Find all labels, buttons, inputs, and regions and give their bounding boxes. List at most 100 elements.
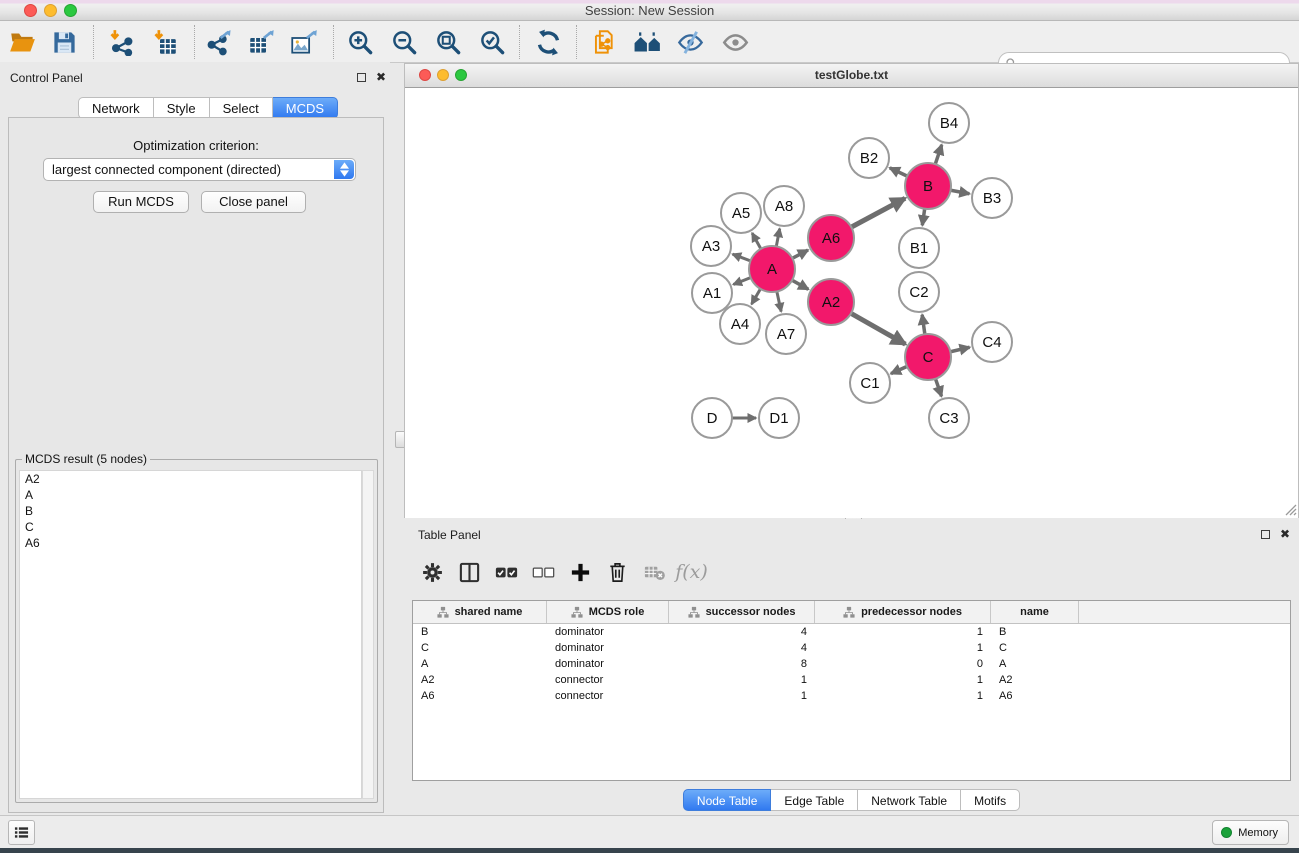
export-table-icon[interactable] (244, 25, 278, 59)
float-panel-icon[interactable] (357, 73, 366, 82)
task-history-button[interactable] (8, 820, 35, 845)
select-all-columns-icon[interactable] (488, 556, 525, 588)
new-network-icon[interactable] (588, 25, 622, 59)
table-cell: 1 (669, 672, 815, 688)
tab-edge-table[interactable]: Edge Table (771, 789, 858, 811)
mcds-result-title: MCDS result (5 nodes) (22, 452, 150, 466)
home-icon[interactable] (630, 25, 664, 59)
toolbar-separator (576, 25, 577, 59)
open-session-icon[interactable] (5, 25, 39, 59)
toolbar-separator (333, 25, 334, 59)
show-column-panel-icon[interactable] (451, 556, 488, 588)
zoom-out-icon[interactable] (387, 25, 421, 59)
mcds-result-item[interactable]: C (20, 519, 361, 535)
network-window-titlebar[interactable]: testGlobe.txt (405, 64, 1298, 88)
table-cell: 8 (669, 656, 815, 672)
table-row[interactable]: A6connector11A6 (413, 688, 1290, 704)
table-header-row: shared nameMCDS rolesuccessor nodesprede… (413, 601, 1290, 624)
column-header-name[interactable]: name (991, 601, 1079, 623)
table-cell: B (413, 624, 547, 640)
close-table-panel-icon[interactable]: ✖ (1280, 527, 1290, 541)
tab-network-table[interactable]: Network Table (858, 789, 961, 811)
zoom-selected-icon[interactable] (475, 25, 509, 59)
toolbar-separator (519, 25, 520, 59)
import-network-icon[interactable] (103, 25, 137, 59)
function-builder-icon[interactable]: f(x) (673, 556, 710, 588)
import-table-icon[interactable] (147, 25, 181, 59)
control-panel-title: Control Panel (10, 71, 83, 85)
table-row[interactable]: Bdominator41B (413, 624, 1290, 640)
tab-style[interactable]: Style (154, 97, 210, 119)
table-cell: 1 (815, 640, 991, 656)
table-cell: A (413, 656, 547, 672)
tab-network[interactable]: Network (78, 97, 154, 119)
mcds-list-scrollbar[interactable] (362, 470, 374, 799)
hide-details-eye-slash-icon[interactable] (673, 25, 707, 59)
zoom-fit-icon[interactable] (431, 25, 465, 59)
graph-node-label: B3 (983, 190, 1001, 207)
control-panel-tabs: NetworkStyleSelectMCDS (78, 97, 338, 119)
node-table: shared nameMCDS rolesuccessor nodesprede… (412, 600, 1291, 781)
column-header-MCDS-role[interactable]: MCDS role (547, 601, 669, 623)
apply-layout-icon[interactable] (531, 25, 565, 59)
table-cell: B (991, 624, 1079, 640)
window-resize-grip[interactable] (1284, 503, 1297, 516)
hierarchy-icon (437, 606, 449, 619)
settings-gear-icon[interactable] (414, 556, 451, 588)
table-cell: A (991, 656, 1079, 672)
close-panel-icon[interactable]: ✖ (376, 70, 386, 84)
mcds-result-item[interactable]: B (20, 503, 361, 519)
mcds-result-item[interactable]: A2 (20, 471, 361, 487)
mcds-result-list: A2ABCA6 (19, 470, 362, 799)
criterion-select[interactable]: largest connected component (directed) (43, 158, 356, 181)
memory-status-icon (1221, 827, 1232, 838)
hierarchy-icon (688, 606, 700, 619)
table-row[interactable]: A2connector11A2 (413, 672, 1290, 688)
graph-node-label: A (767, 261, 777, 278)
close-panel-button[interactable]: Close panel (201, 191, 306, 213)
export-network-icon[interactable] (202, 25, 236, 59)
tab-mcds[interactable]: MCDS (273, 97, 338, 119)
table-tabs: Node TableEdge TableNetwork TableMotifs (404, 789, 1299, 811)
column-header-predecessor-nodes[interactable]: predecessor nodes (815, 601, 991, 623)
graph-node-label: B (923, 178, 933, 195)
mcds-panel: Optimization criterion: largest connecte… (8, 117, 384, 813)
table-panel-header: Table Panel ✖ (404, 519, 1299, 547)
network-canvas[interactable]: AA1A2A3A4A5A6A7A8BB1B2B3B4CC1C2C3C4DD1 (405, 87, 1298, 518)
table-row[interactable]: Adominator80A (413, 656, 1290, 672)
memory-button[interactable]: Memory (1212, 820, 1289, 845)
column-header-shared-name[interactable]: shared name (413, 601, 547, 623)
graph-node-label: C3 (939, 410, 958, 427)
table-cell: A2 (413, 672, 547, 688)
hierarchy-icon (571, 606, 583, 619)
zoom-in-icon[interactable] (343, 25, 377, 59)
delete-table-icon[interactable] (636, 556, 673, 588)
graph-node-label: A1 (703, 285, 721, 302)
graph-node-label: A8 (775, 198, 793, 215)
graph-node-label: C2 (909, 284, 928, 301)
table-cell: connector (547, 672, 669, 688)
save-session-icon[interactable] (47, 25, 81, 59)
add-column-icon[interactable] (562, 556, 599, 588)
criterion-value: largest connected component (directed) (52, 162, 281, 177)
delete-column-icon[interactable] (599, 556, 636, 588)
tab-motifs[interactable]: Motifs (961, 789, 1020, 811)
tab-select[interactable]: Select (210, 97, 273, 119)
main-toolbar (0, 21, 1299, 63)
run-mcds-button[interactable]: Run MCDS (93, 191, 189, 213)
column-header-successor-nodes[interactable]: successor nodes (669, 601, 815, 623)
graph-node-label: A4 (731, 316, 749, 333)
table-cell: A6 (991, 688, 1079, 704)
tab-node-table[interactable]: Node Table (683, 789, 772, 811)
export-image-icon[interactable] (286, 25, 320, 59)
float-table-panel-icon[interactable] (1261, 530, 1270, 539)
network-window-title: testGlobe.txt (405, 68, 1298, 82)
graph-node-label: A5 (732, 205, 750, 222)
table-cell: C (991, 640, 1079, 656)
mcds-result-item[interactable]: A6 (20, 535, 361, 551)
deselect-all-columns-icon[interactable] (525, 556, 562, 588)
show-details-eye-icon[interactable] (718, 25, 752, 59)
window-titlebar[interactable]: Session: New Session (0, 0, 1299, 21)
table-row[interactable]: Cdominator41C (413, 640, 1290, 656)
mcds-result-item[interactable]: A (20, 487, 361, 503)
